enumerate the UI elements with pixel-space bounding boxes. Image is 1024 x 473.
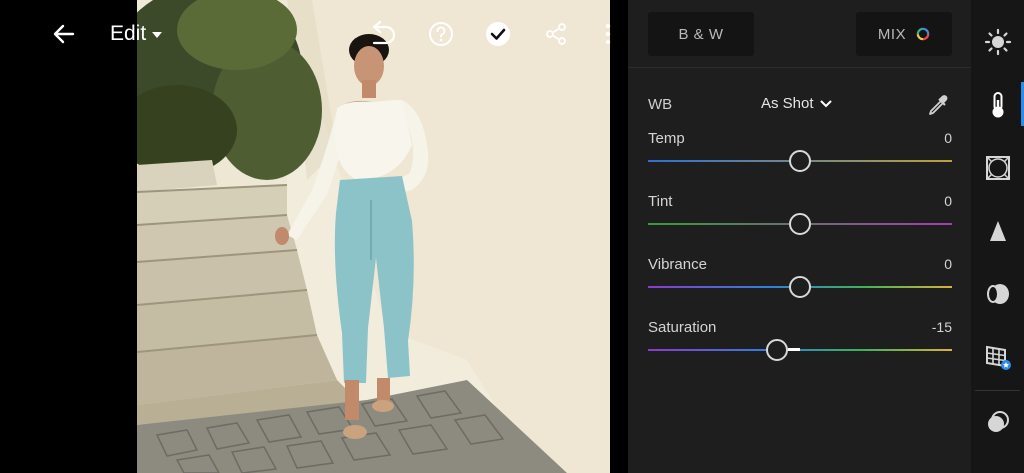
- vibrance-thumb[interactable]: [789, 276, 811, 298]
- wb-eyedropper-button[interactable]: [926, 92, 952, 118]
- tint-thumb[interactable]: [789, 213, 811, 235]
- bw-button-label: B & W: [678, 25, 724, 43]
- share-button[interactable]: [538, 0, 574, 68]
- geometry-icon: [986, 345, 1011, 370]
- vibrance-value: 0: [944, 256, 952, 272]
- saturation-label: Saturation: [648, 319, 717, 336]
- saturation-slider[interactable]: Saturation -15: [648, 319, 952, 369]
- rail-divider: [975, 390, 1020, 391]
- caret-down-icon: [152, 32, 163, 38]
- color-tool-button[interactable]: [980, 87, 1016, 123]
- bw-button[interactable]: B & W: [648, 12, 754, 56]
- presets-tool-button[interactable]: [980, 404, 1016, 440]
- edit-mode-dropdown[interactable]: Edit: [110, 0, 190, 68]
- help-icon: [429, 22, 453, 46]
- done-check-icon: [486, 22, 510, 46]
- color-wheel-icon: [916, 27, 930, 41]
- mix-button-label: MIX: [877, 25, 907, 43]
- temp-thumb[interactable]: [789, 150, 811, 172]
- geometry-tool-button[interactable]: [980, 339, 1016, 375]
- edit-mode-label: Edit: [110, 22, 147, 45]
- tint-slider[interactable]: Tint 0: [648, 193, 952, 243]
- chevron-down-icon: [820, 100, 832, 107]
- tint-label: Tint: [648, 193, 673, 210]
- saturation-thumb[interactable]: [766, 339, 789, 361]
- back-button[interactable]: [44, 0, 84, 68]
- help-button[interactable]: [423, 0, 459, 68]
- done-button[interactable]: [480, 0, 516, 68]
- photo-illustration: [137, 0, 610, 473]
- saturation-track[interactable]: [648, 349, 952, 351]
- share-icon: [546, 23, 566, 45]
- optics-tool-button[interactable]: [980, 276, 1016, 312]
- temp-value: 0: [944, 130, 952, 146]
- vibrance-label: Vibrance: [648, 256, 707, 273]
- wb-preset-value: As Shot: [761, 95, 814, 112]
- light-icon: [984, 28, 1012, 56]
- vibrance-slider[interactable]: Vibrance 0: [648, 256, 952, 306]
- saturation-fill: [788, 348, 800, 351]
- tint-value: 0: [944, 193, 952, 209]
- wb-preset-dropdown[interactable]: As Shot: [761, 95, 832, 112]
- optics-icon: [987, 284, 1009, 304]
- eyedropper-icon: [929, 95, 948, 115]
- undo-button[interactable]: [365, 0, 401, 68]
- panel-header: B & W MIX: [628, 0, 971, 68]
- wb-label: WB: [648, 96, 673, 113]
- more-vert-icon: [605, 23, 611, 45]
- undo-icon: [372, 21, 396, 45]
- white-balance-row: WB As Shot: [648, 92, 952, 118]
- temp-slider[interactable]: Temp 0: [648, 130, 952, 180]
- light-tool-button[interactable]: [980, 24, 1016, 60]
- presets-icon: [988, 411, 1009, 432]
- photo-canvas[interactable]: Edit: [0, 0, 628, 473]
- mix-button[interactable]: MIX: [856, 12, 952, 56]
- back-arrow-icon: [53, 24, 75, 44]
- detail-tool-button[interactable]: [980, 213, 1016, 249]
- temp-label: Temp: [648, 130, 685, 147]
- effects-tool-button[interactable]: [980, 150, 1016, 186]
- saturation-value: -15: [931, 319, 952, 335]
- color-adjust-panel: B & W MIX WB As Shot Temp 0 Tint 0 Vibra…: [628, 0, 971, 473]
- color-icon: [992, 92, 1004, 118]
- edited-photo[interactable]: [137, 0, 610, 473]
- tools-rail: [971, 0, 1024, 473]
- detail-icon: [990, 221, 1006, 241]
- effects-icon: [986, 156, 1010, 180]
- more-options-button[interactable]: [598, 0, 618, 68]
